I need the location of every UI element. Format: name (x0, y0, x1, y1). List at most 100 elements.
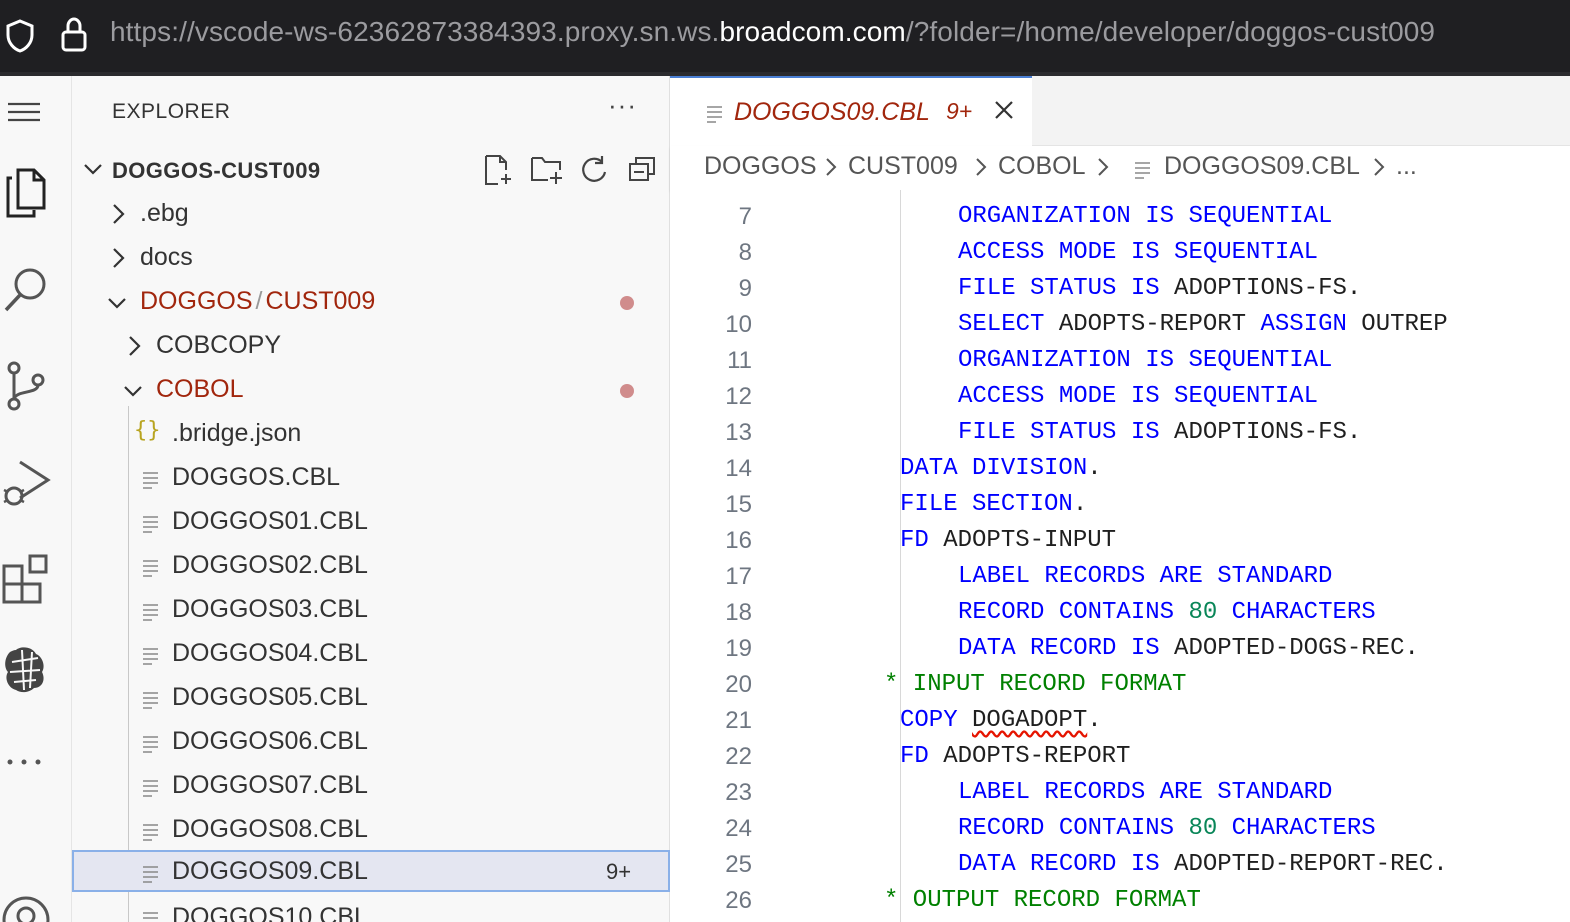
text-file-icon (142, 644, 160, 673)
tree-item-label: .bridge.json (172, 419, 302, 447)
code-identifier: ADOPTS-INPUT (943, 527, 1117, 554)
code-line[interactable]: 24 RECORD CONTAINS 80 CHARACTERS (670, 810, 1570, 846)
tree-file[interactable]: DOGGOS03.CBL (72, 588, 670, 632)
code-keyword: FILE SECTION (900, 491, 1073, 518)
code-line[interactable]: 26 * OUTPUT RECORD FORMAT (670, 882, 1570, 918)
tree-item-label: .ebg (140, 199, 189, 227)
search-icon[interactable] (0, 264, 72, 316)
text-file-icon (142, 512, 160, 541)
tree-file-bridge-json[interactable]: {} .bridge.json (72, 412, 670, 456)
code-line[interactable]: 9 FILE STATUS IS ADOPTIONS-FS. (670, 270, 1570, 306)
code-line[interactable]: 13 FILE STATUS IS ADOPTIONS-FS. (670, 414, 1570, 450)
tree-item-label: DOGGOS05.CBL (172, 683, 368, 711)
tree-file[interactable]: DOGGOS02.CBL (72, 544, 670, 588)
problems-badge: 9+ (606, 859, 632, 884)
breadcrumb-item[interactable]: DOGGOS09.CBL (1164, 152, 1360, 181)
modified-dot (620, 384, 634, 398)
more-icon[interactable] (0, 752, 72, 772)
code-keyword: FILE STATUS IS (958, 419, 1175, 446)
code-comment: * OUTPUT RECORD FORMAT (884, 887, 1201, 914)
line-number: 7 (738, 203, 752, 230)
code-keyword: DATA RECORD IS (958, 635, 1175, 662)
code-line[interactable]: 19 DATA RECORD IS ADOPTED-DOGS-REC. (670, 630, 1570, 666)
tree-folder-cobcopy[interactable]: COBCOPY (72, 324, 670, 368)
explorer-icon[interactable] (0, 166, 72, 220)
more-actions-icon[interactable]: ··· (608, 90, 637, 121)
tree-file[interactable]: DOGGOS07.CBL (72, 764, 670, 808)
code-keyword: DATA DIVISION (900, 455, 1088, 482)
collapse-all-icon[interactable] (626, 154, 658, 191)
tree-file[interactable]: DOGGOS10.CBL (72, 896, 670, 922)
code-line[interactable]: 10 SELECT ADOPTS-REPORT ASSIGN OUTREP (670, 306, 1570, 342)
code-line[interactable]: 11 ORGANIZATION IS SEQUENTIAL (670, 342, 1570, 378)
tree-folder-doggos-cust009[interactable]: DOGGOS / CUST009 (72, 280, 670, 324)
text-file-icon (142, 468, 160, 497)
lock-icon[interactable] (60, 16, 88, 59)
text-file-icon (142, 776, 160, 805)
url-host: broadcom.com (719, 16, 906, 47)
code-line[interactable]: 22 FD ADOPTS-REPORT (670, 738, 1570, 774)
new-folder-icon[interactable] (530, 154, 564, 191)
tree-item-label: DOGGOS10.CBL (172, 903, 368, 922)
source-control-icon[interactable] (0, 360, 72, 414)
refresh-icon[interactable] (578, 154, 610, 191)
code-identifier: . (1087, 707, 1102, 734)
tree-file[interactable]: DOGGOS04.CBL (72, 632, 670, 676)
code-line[interactable]: 23 LABEL RECORDS ARE STANDARD (670, 774, 1570, 810)
tree-file-selected[interactable]: DOGGOS09.CBL 9+ (72, 850, 670, 892)
code-editor[interactable]: 7 ORGANIZATION IS SEQUENTIAL 8 ACCESS MODE … (670, 190, 1570, 922)
tree-file[interactable]: DOGGOS05.CBL (72, 676, 670, 720)
tree-item-label: docs (140, 243, 193, 271)
code-line[interactable]: 20 * INPUT RECORD FORMAT (670, 666, 1570, 702)
tree-item-label: COBOL (156, 375, 244, 403)
chevron-down-icon (106, 292, 128, 321)
code-keyword: CHARACTERS (1217, 815, 1376, 842)
code-line[interactable]: 12 ACCESS MODE IS SEQUENTIAL (670, 378, 1570, 414)
breadcrumb-item[interactable]: COBOL (998, 152, 1086, 181)
code-text: ACCESS MODE IS SEQUENTIAL (958, 383, 1318, 410)
tree-file[interactable]: DOGGOS08.CBL (72, 808, 670, 852)
code-text: LABEL RECORDS ARE STANDARD (958, 779, 1332, 806)
menu-icon[interactable] (0, 98, 72, 126)
code-text: ACCESS MODE IS SEQUENTIAL (958, 239, 1318, 266)
run-debug-icon[interactable] (0, 456, 72, 510)
line-number: 22 (725, 743, 752, 770)
code-line[interactable]: 17 LABEL RECORDS ARE STANDARD (670, 558, 1570, 594)
text-file-icon (142, 600, 160, 629)
code-line[interactable]: 8 ACCESS MODE IS SEQUENTIAL (670, 234, 1570, 270)
code-line[interactable]: 14 DATA DIVISION. (670, 450, 1570, 486)
code-line[interactable]: 18 RECORD CONTAINS 80 CHARACTERS (670, 594, 1570, 630)
line-number: 16 (725, 527, 752, 554)
code-text: FILE STATUS IS ADOPTIONS-FS. (958, 275, 1361, 302)
tree-folder-docs[interactable]: docs (72, 236, 670, 280)
breadcrumb-item[interactable]: ... (1396, 152, 1417, 181)
code-identifier: DOGADOPT (972, 707, 1088, 734)
editor-tab-doggos09[interactable]: DOGGOS09.CBL 9+ (670, 76, 1032, 146)
close-icon[interactable] (992, 98, 1016, 127)
code-line[interactable]: 25 DATA RECORD IS ADOPTED-REPORT-REC. (670, 846, 1570, 882)
code-keyword: RECORD CONTAINS (958, 815, 1189, 842)
extensions-icon[interactable] (0, 552, 72, 606)
tree-file[interactable]: DOGGOS.CBL (72, 456, 670, 500)
account-icon[interactable] (0, 892, 72, 922)
chevron-right-icon (108, 202, 128, 233)
breadcrumb-item[interactable]: DOGGOS (704, 152, 817, 181)
tree-item-label: DOGGOS08.CBL (172, 815, 368, 843)
code-line[interactable]: 15 FILE SECTION. (670, 486, 1570, 522)
tree-file[interactable]: DOGGOS01.CBL (72, 500, 670, 544)
tree-folder-ebg[interactable]: .ebg (72, 192, 670, 236)
breadcrumb-item[interactable]: CUST009 (848, 152, 958, 181)
code-line[interactable]: 16 FD ADOPTS-INPUT (670, 522, 1570, 558)
tree-file[interactable]: DOGGOS06.CBL (72, 720, 670, 764)
tree-item-label: DOGGOS01.CBL (172, 507, 368, 535)
new-file-icon[interactable] (482, 154, 514, 191)
line-number: 17 (725, 563, 752, 590)
shield-icon[interactable] (4, 18, 36, 59)
tree-folder-cobol[interactable]: COBOL (72, 368, 670, 412)
brain-icon[interactable] (0, 642, 72, 696)
code-text: RECORD CONTAINS 80 CHARACTERS (958, 599, 1376, 626)
code-line[interactable]: 21 COPY DOGADOPT. (670, 702, 1570, 738)
url-field[interactable]: https://vscode-ws-62362873384393.proxy.s… (110, 16, 1435, 48)
code-line[interactable]: 7 ORGANIZATION IS SEQUENTIAL (670, 198, 1570, 234)
text-file-icon (142, 556, 160, 585)
